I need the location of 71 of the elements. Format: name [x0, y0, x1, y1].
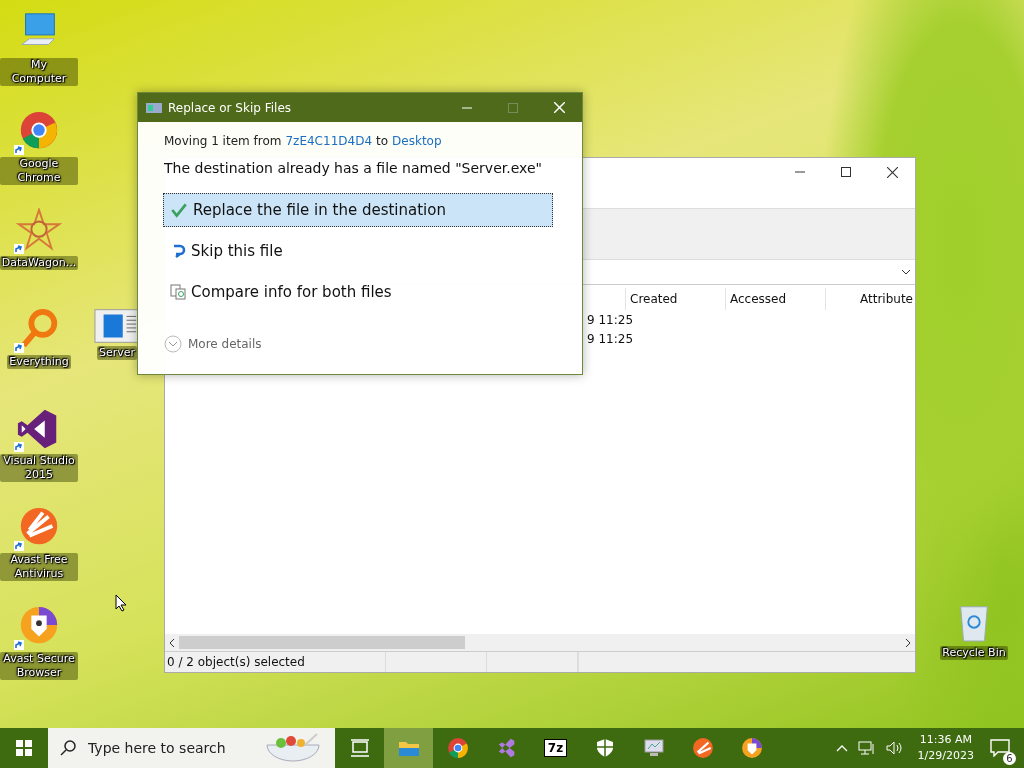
notifications-button[interactable]: 6 [984, 728, 1016, 768]
chrome-icon [446, 737, 469, 759]
desktop-icon-label: Recycle Bin [940, 646, 1008, 660]
monitor-icon [642, 738, 665, 758]
column-header[interactable]: Accessed [725, 288, 825, 310]
maximize-icon [508, 102, 518, 113]
clock-time: 11:36 AM [919, 732, 972, 748]
desktop-icon-label: Avast Free Antivirus [0, 553, 78, 581]
documents-icon [170, 284, 186, 300]
desktop-icon[interactable]: Recycle Bin [935, 600, 1013, 660]
desktop-icon-label: Avast Secure Browser [0, 652, 78, 680]
to-text: to [376, 134, 389, 148]
desktop-icon-label: My Computer [0, 58, 78, 86]
chevron-up-icon[interactable] [835, 744, 848, 752]
windows-logo-icon [16, 740, 32, 756]
column-header[interactable]: Created [625, 288, 725, 310]
desktop-icon[interactable]: Everything [0, 307, 78, 403]
window-icon [94, 308, 140, 344]
desktop-icon-label: Google Chrome [0, 157, 78, 185]
notification-count-badge: 6 [1003, 752, 1016, 765]
desktop-icon[interactable]: Avast Secure Browser [0, 604, 78, 700]
dialog-heading: The destination already has a file named "Server.exe" [164, 160, 543, 176]
archive-app-label: 7z [543, 739, 568, 757]
option-button[interactable]: Replace the file in the destination [163, 193, 553, 227]
destination-link[interactable]: Desktop [392, 134, 442, 148]
more-details-toggle[interactable]: More details [164, 335, 574, 353]
network-icon[interactable] [857, 740, 876, 756]
desktop-icon-label: Server [96, 346, 138, 360]
desktop-icon-label: Everything [7, 355, 71, 369]
table-cell: 9 11:25 [587, 312, 634, 327]
checkmark-icon [170, 201, 188, 219]
close-icon [886, 166, 898, 178]
desktop-icon[interactable]: My Computer [0, 10, 78, 106]
dialog-title: Replace or Skip Files [168, 100, 293, 115]
chevron-circle-icon [164, 335, 182, 353]
mouse-cursor-icon [115, 594, 127, 612]
secure-browser-icon [740, 737, 763, 759]
search-icon [60, 740, 76, 756]
desktop-icon-label: Visual Studio 2015 [0, 454, 78, 482]
moving-text: Moving 1 item from [164, 134, 282, 148]
option-button[interactable]: Compare info for both files [163, 275, 553, 309]
desktop-icon-label: DataWagon... [0, 256, 79, 270]
desktop-icon[interactable]: Avast Free Antivirus [0, 505, 78, 601]
maximize-icon [841, 167, 851, 177]
column-header[interactable]: Attribute [825, 288, 915, 310]
horizontal-scrollbar[interactable] [165, 634, 915, 651]
scroll-right-icon [905, 637, 911, 648]
source-link[interactable]: 7zE4C11D4D4 [285, 134, 373, 148]
chevron-down-icon [901, 269, 911, 275]
copy-files-icon [146, 102, 162, 113]
desktop-icon[interactable]: Google Chrome [0, 109, 78, 205]
desktop-icon[interactable]: Visual Studio 2015 [0, 406, 78, 502]
search-field[interactable]: Type here to search [86, 739, 250, 757]
task-view-icon [349, 739, 370, 757]
scrollbar-thumb[interactable] [179, 636, 465, 649]
desktop-icon[interactable]: DataWagon... [0, 208, 78, 304]
close-icon [553, 102, 565, 113]
scroll-left-icon [169, 637, 175, 648]
folder-icon [397, 739, 420, 757]
option-button[interactable]: Skip this file [163, 234, 553, 268]
speaker-icon[interactable] [885, 740, 904, 756]
clock[interactable]: 11:36 AM 1/29/2023 [917, 732, 974, 764]
desktop-icon[interactable]: Server [78, 308, 156, 360]
salad-bowl-icon [265, 733, 321, 763]
table-cell: 9 11:25 [587, 331, 634, 346]
taskbar-app-button[interactable]: 7z [531, 728, 580, 768]
search-box[interactable]: Type here to search [48, 728, 335, 768]
status-text: 0 / 2 object(s) selected [165, 652, 386, 672]
avast-icon [691, 737, 714, 759]
shield-icon [595, 738, 614, 758]
clock-date: 1/29/2023 [917, 748, 974, 764]
